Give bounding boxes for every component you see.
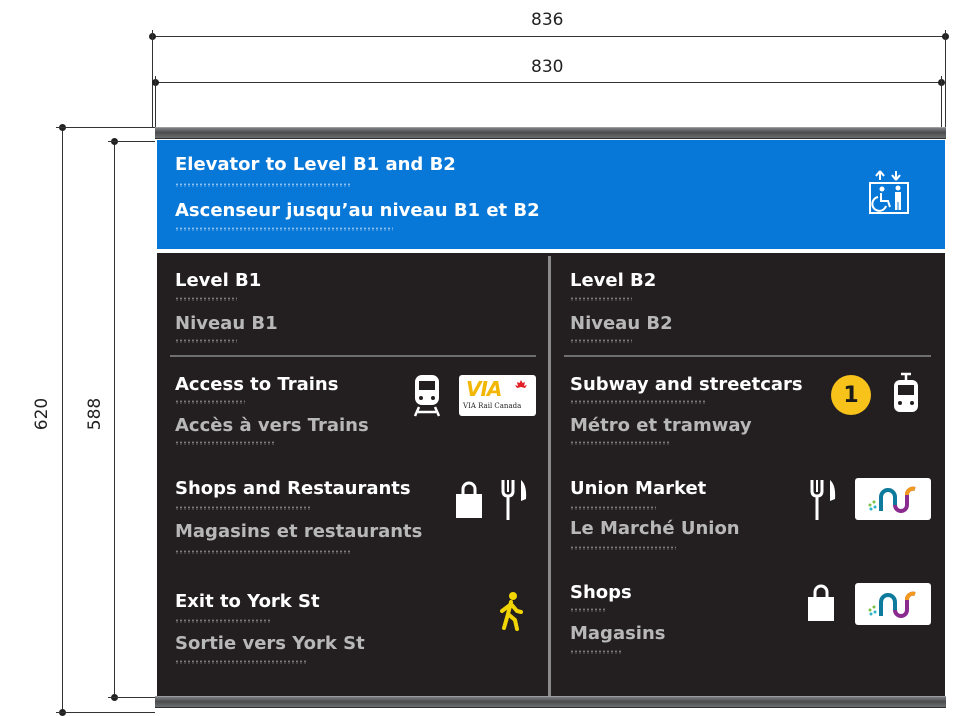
right-item-1-braille-en [570,400,706,404]
maple-leaf-icon [515,380,527,392]
right-item-2-braille-en [570,506,656,510]
outer-width-line [152,36,946,37]
right-level-fr: Niveau B2 [570,313,673,334]
via-logo-sub: VIA Rail Canada [463,402,522,410]
left-level-braille-en [175,297,237,301]
union-logo-mark [868,486,916,513]
header-braille-en [175,183,351,187]
inner-height-line [114,141,115,698]
left-item-2-en: Shops and Restaurants [175,478,411,499]
elevator-accessible-icon [869,170,909,214]
bottom-mounting-rail [155,696,946,708]
right-item-3-en: Shops [570,582,632,603]
right-item-2-braille-fr [570,546,676,550]
left-item-3-braille-fr [175,660,307,664]
left-item-3-fr: Sortie vers York St [175,633,365,654]
shopping-bag-icon [808,584,834,621]
inner-width-label: 830 [531,57,564,77]
via-rail-logo: VIA VIA Rail Canada [459,375,536,416]
union-logo [855,583,931,625]
right-item-3-braille-fr [570,650,622,654]
right-level-braille-fr [570,339,632,343]
outer-height-line [62,127,63,713]
inner-width-tick-right [941,76,942,127]
inner-height-tick-bottom [108,697,155,698]
inner-width-line [155,82,942,83]
right-level-divider [564,355,931,357]
left-level-divider [170,355,536,357]
via-logo-main: VIA [466,377,502,401]
right-level-braille-en [570,297,632,301]
fork-knife-icon [810,480,836,520]
left-item-1-fr: Accès à vers Trains [175,415,369,436]
outer-width-tick-right [945,30,946,127]
left-item-1-braille-en [175,400,245,404]
inner-height-tick-top [108,141,155,142]
header-braille-fr [175,227,393,231]
left-level-braille-fr [175,339,237,343]
train-icon [413,375,441,417]
left-item-1-braille-fr [175,441,275,445]
right-item-3-fr: Magasins [570,623,666,644]
right-item-2-en: Union Market [570,478,707,499]
right-item-1-en: Subway and streetcars [570,374,803,395]
inner-width-tick-left [155,76,156,127]
right-level-en: Level B2 [570,270,657,291]
left-item-2-braille-fr [175,550,351,554]
right-item-2-fr: Le Marché Union [570,518,740,539]
header-title-en: Elevator to Level B1 and B2 [175,154,456,175]
left-item-3-braille-en [175,619,271,623]
outer-height-label: 620 [32,397,53,431]
left-level-fr: Niveau B1 [175,313,278,334]
union-logo-mark [868,591,916,618]
shopping-bag-icon [456,481,482,518]
left-item-1-en: Access to Trains [175,374,339,395]
streetcar-icon [894,372,918,412]
left-item-2-braille-en [175,506,311,510]
right-item-1-fr: Métro et tramway [570,415,752,436]
fork-knife-icon [501,480,527,520]
union-logo [855,478,931,520]
walking-person-icon [500,592,523,631]
sign-header: Elevator to Level B1 and B2 Ascenseur ju… [157,140,945,249]
outer-height-tick-top [56,127,155,128]
top-mounting-rail [155,127,946,139]
right-item-3-braille-en [570,608,606,612]
left-item-2-fr: Magasins et restaurants [175,521,423,542]
outer-width-label: 836 [531,10,564,30]
subway-line-badge: 1 [831,375,871,415]
center-divider [548,256,551,696]
left-item-3-en: Exit to York St [175,591,320,612]
right-item-1-braille-fr [570,441,670,445]
left-level-en: Level B1 [175,270,262,291]
header-title-fr: Ascenseur jusqu’au niveau B1 et B2 [175,200,540,221]
inner-height-label: 588 [85,397,106,431]
outer-height-tick-bottom [56,712,155,713]
